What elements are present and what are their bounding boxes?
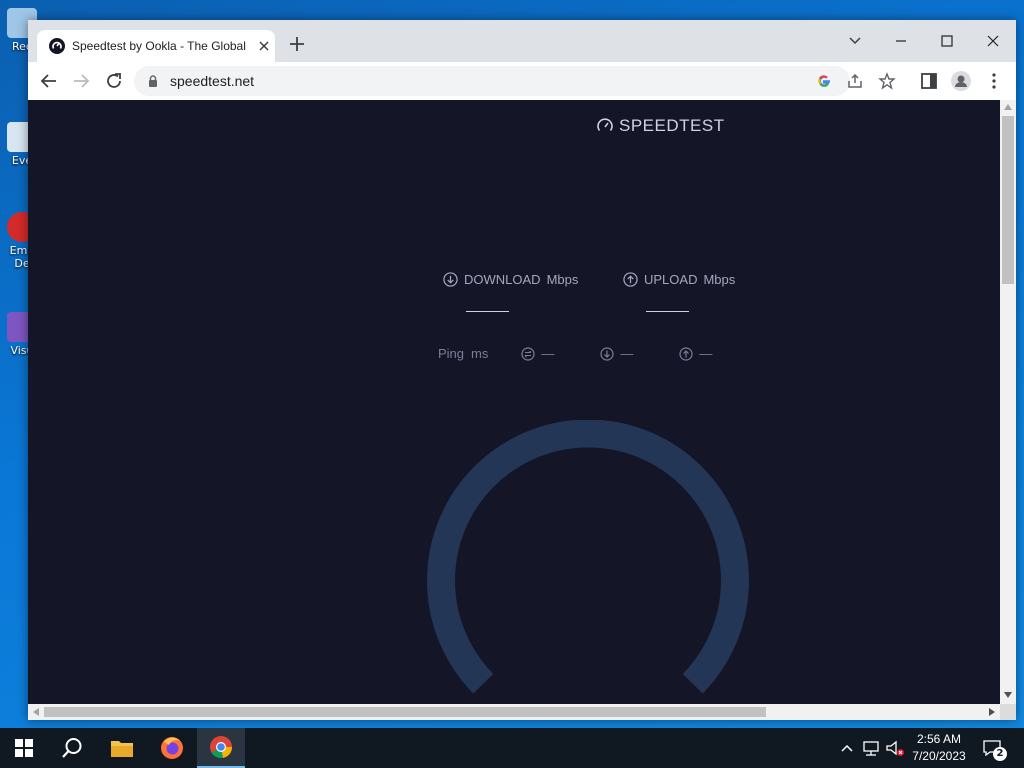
speedometer-icon bbox=[597, 118, 613, 131]
start-button[interactable] bbox=[0, 728, 48, 768]
ping-download-value: — bbox=[620, 346, 634, 361]
speed-gauge bbox=[427, 420, 749, 694]
taskbar-firefox[interactable] bbox=[148, 728, 196, 768]
google-icon[interactable] bbox=[816, 73, 832, 89]
ping-unit: ms bbox=[471, 346, 489, 361]
upload-value-placeholder bbox=[646, 311, 689, 312]
tab-title: Speedtest by Ookla - The Global Broadban… bbox=[72, 39, 250, 53]
ping-row: Ping ms — — — bbox=[438, 346, 712, 361]
volume-muted-icon[interactable] bbox=[885, 738, 905, 758]
logo-text: SPEEDTEST bbox=[619, 116, 725, 135]
vertical-scrollbar[interactable] bbox=[1000, 100, 1016, 704]
browser-toolbar: speedtest.net bbox=[28, 62, 1016, 101]
windows-logo-icon bbox=[15, 739, 33, 757]
show-hidden-icons-chevron-icon[interactable] bbox=[837, 738, 857, 758]
upload-label: UPLOAD bbox=[644, 272, 698, 287]
scroll-up-arrow-icon[interactable] bbox=[1004, 104, 1012, 110]
browser-tab[interactable]: Speedtest by Ookla - The Global Broadban… bbox=[37, 30, 275, 62]
maximize-button[interactable] bbox=[924, 26, 970, 56]
taskbar-file-explorer[interactable] bbox=[98, 728, 146, 768]
speedtest-favicon-icon bbox=[49, 38, 65, 54]
scroll-right-arrow-icon[interactable] bbox=[989, 708, 995, 716]
tab-close-icon[interactable] bbox=[256, 38, 272, 54]
network-icon[interactable] bbox=[861, 738, 881, 758]
scroll-down-arrow-icon[interactable] bbox=[1004, 692, 1012, 698]
ping-upload-icon bbox=[679, 346, 693, 361]
share-icon[interactable] bbox=[846, 73, 864, 89]
back-button[interactable] bbox=[38, 70, 60, 92]
jitter-icon bbox=[521, 346, 535, 361]
lock-icon[interactable] bbox=[146, 74, 160, 88]
ping-download-icon bbox=[600, 346, 614, 361]
horizontal-scrollbar[interactable] bbox=[28, 704, 1000, 720]
profile-avatar-icon[interactable] bbox=[950, 70, 972, 92]
system-clock[interactable]: 2:56 AM 7/20/2023 bbox=[908, 731, 970, 765]
browser-window: Speedtest by Ookla - The Global Broadban… bbox=[28, 20, 1016, 720]
clock-date: 7/20/2023 bbox=[912, 749, 966, 763]
ping-label: Ping bbox=[438, 346, 465, 361]
speedtest-page: SPEEDTEST DOWNLOAD Mbps UPLOAD Mbps Ping… bbox=[28, 100, 1000, 704]
taskbar: 2:56 AM 7/20/2023 2 bbox=[0, 728, 1024, 768]
jitter-item: — bbox=[521, 346, 554, 361]
speedtest-logo[interactable]: SPEEDTEST bbox=[596, 116, 725, 136]
address-bar[interactable]: speedtest.net bbox=[134, 66, 896, 96]
chrome-icon bbox=[210, 736, 233, 759]
horizontal-scroll-thumb[interactable] bbox=[44, 707, 766, 717]
bookmark-star-icon[interactable] bbox=[878, 72, 896, 90]
download-value-placeholder bbox=[466, 311, 509, 312]
jitter-value: — bbox=[541, 346, 555, 361]
browser-menu-icon[interactable] bbox=[983, 70, 1005, 92]
upload-arrow-icon bbox=[623, 272, 638, 287]
reload-button[interactable] bbox=[103, 70, 125, 92]
search-button[interactable] bbox=[48, 728, 96, 768]
scroll-left-arrow-icon[interactable] bbox=[33, 708, 39, 716]
upload-unit: Mbps bbox=[703, 272, 736, 287]
folder-icon bbox=[111, 741, 133, 757]
forward-button[interactable] bbox=[70, 70, 92, 92]
ping-upload-value: — bbox=[699, 346, 713, 361]
notification-count-badge: 2 bbox=[993, 747, 1007, 761]
download-arrow-icon bbox=[443, 272, 458, 287]
close-window-button[interactable] bbox=[970, 26, 1016, 56]
clock-time: 2:56 AM bbox=[916, 732, 962, 746]
upload-metric: UPLOAD Mbps bbox=[623, 272, 735, 287]
vertical-scroll-thumb[interactable] bbox=[1002, 116, 1014, 284]
minimize-button[interactable] bbox=[878, 26, 924, 56]
download-label: DOWNLOAD bbox=[464, 272, 541, 287]
side-panel-icon[interactable] bbox=[918, 70, 940, 92]
title-bar[interactable]: Speedtest by Ookla - The Global Broadban… bbox=[28, 20, 1016, 62]
download-unit: Mbps bbox=[546, 272, 579, 287]
download-metric: DOWNLOAD Mbps bbox=[443, 272, 578, 287]
ping-upload-item: — bbox=[679, 346, 712, 361]
scrollbar-corner bbox=[1000, 704, 1016, 720]
firefox-icon bbox=[161, 737, 183, 759]
search-icon bbox=[62, 738, 82, 758]
tab-search-button[interactable] bbox=[832, 26, 878, 56]
url-text: speedtest.net bbox=[170, 73, 255, 89]
taskbar-chrome[interactable] bbox=[197, 728, 245, 768]
new-tab-button[interactable] bbox=[287, 34, 307, 54]
ping-download-item: — bbox=[600, 346, 633, 361]
